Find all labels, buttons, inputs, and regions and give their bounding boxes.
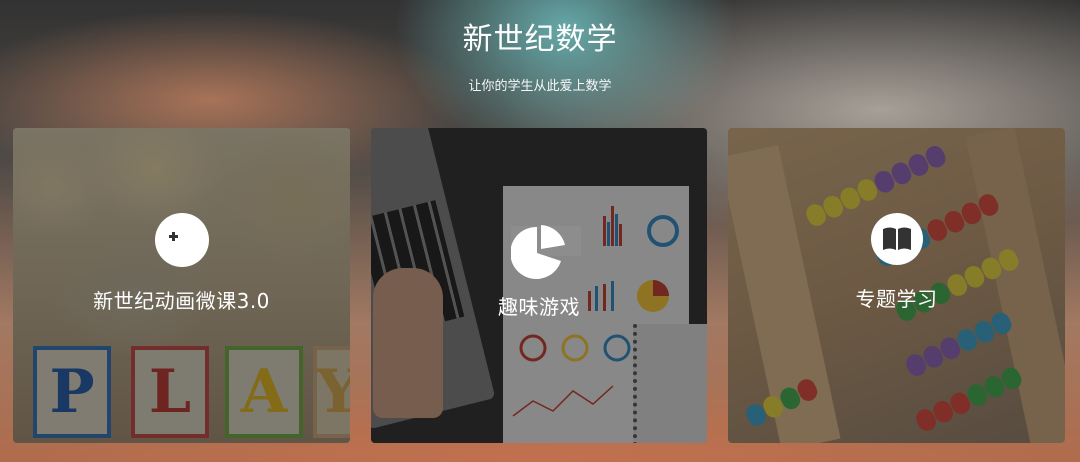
card-topic-study[interactable]: 专题学习 [728, 128, 1065, 443]
page-subtitle: 让你的学生从此爱上数学 [468, 79, 612, 94]
page-title: 新世纪数学 [462, 22, 618, 57]
card-content: 趣味游戏 [371, 223, 707, 320]
card-label: 趣味游戏 [498, 295, 580, 319]
card-animated-lessons[interactable]: P L A Y 新世纪动画微课3.0 [13, 128, 350, 443]
pie-chart-icon [511, 223, 567, 279]
card-label: 新世纪动画微课3.0 [93, 289, 270, 313]
book-icon [870, 213, 923, 265]
card-content: 专题学习 [728, 213, 1065, 312]
pacman-icon [154, 213, 209, 267]
card-label: 专题学习 [855, 287, 938, 311]
card-content: 新世纪动画微课3.0 [13, 213, 350, 314]
card-fun-games[interactable]: 趣味游戏 [371, 128, 707, 443]
